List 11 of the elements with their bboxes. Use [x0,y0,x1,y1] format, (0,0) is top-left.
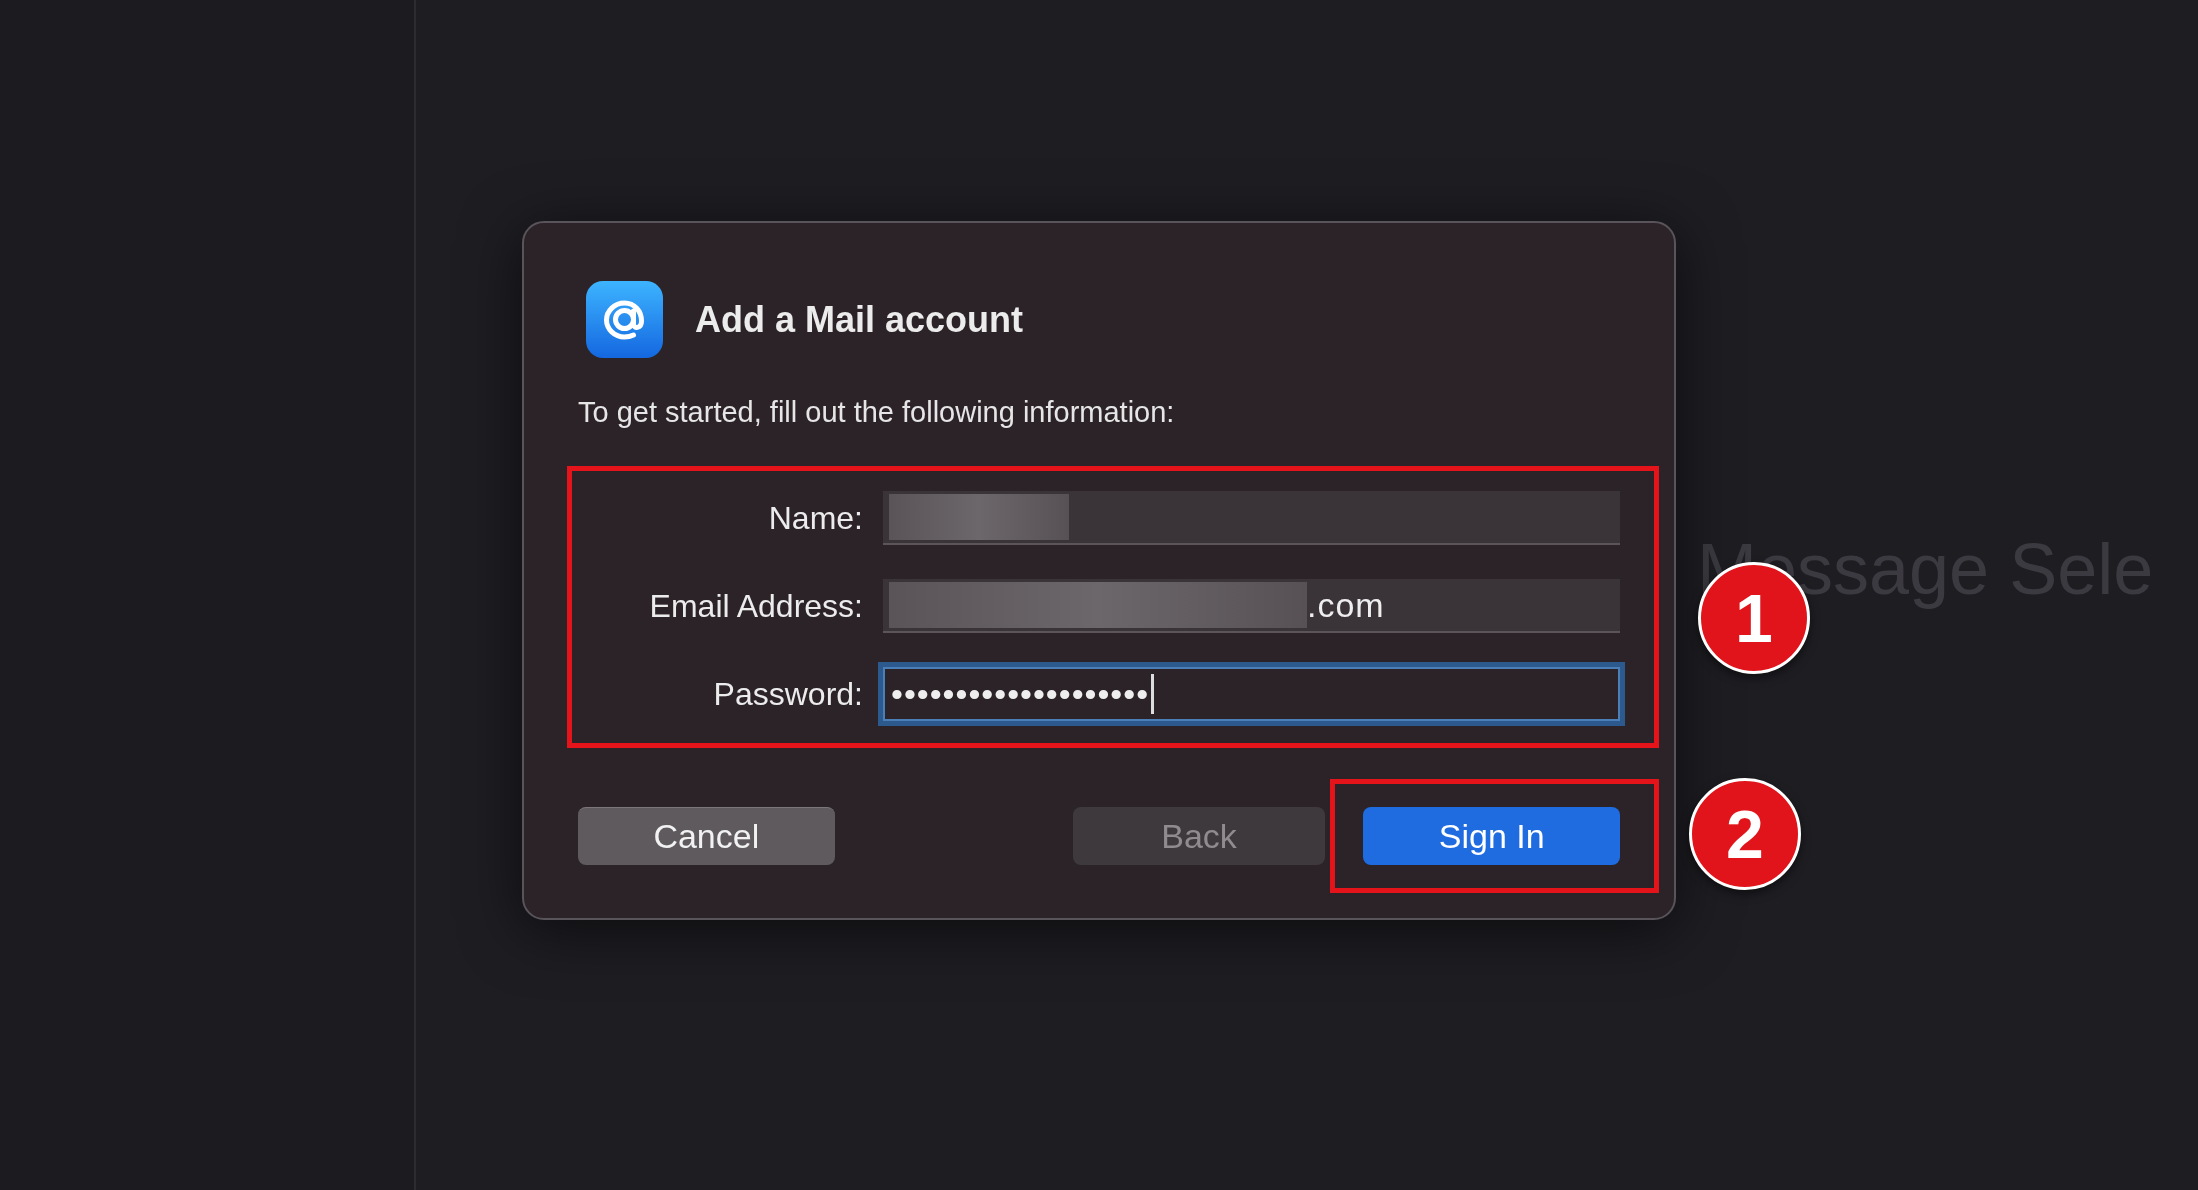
field-label: Email Address: [648,587,864,625]
input-field[interactable] [883,491,1620,545]
input-field[interactable]: .com [883,579,1620,633]
dialog-button[interactable]: Cancel [578,807,835,865]
field-label: Password: [712,675,864,713]
field-label: Name: [767,499,864,537]
instruction-text: To get started, fill out the following information: [578,396,1176,429]
dialog-button[interactable]: Sign In [1363,807,1620,865]
at-sign-icon [586,281,663,358]
step-number: 2 [1689,778,1801,890]
dialog-title: Add a Mail account [695,298,1024,341]
